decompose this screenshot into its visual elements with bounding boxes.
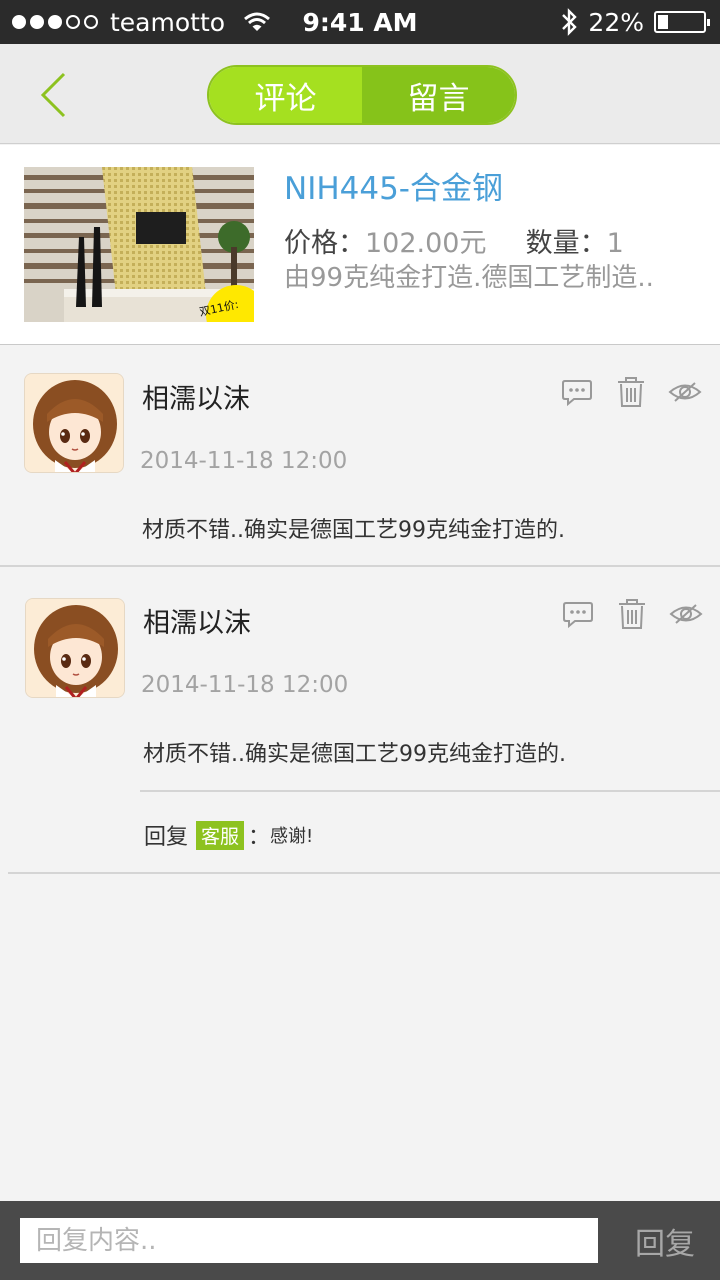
comment-date: 2014-11-18 12:00: [140, 448, 348, 474]
product-image: 双11价:: [24, 167, 254, 322]
customer-service-badge: 客服: [196, 820, 245, 850]
comment-text: 材质不错..确实是德国工艺99克纯金打造的.: [142, 518, 565, 543]
chat-bubble-icon[interactable]: [561, 597, 595, 631]
battery-level: [658, 15, 668, 29]
reply-submit-button[interactable]: 回复: [620, 1201, 710, 1280]
chevron-left-icon[interactable]: [30, 70, 80, 120]
reply-divider: [140, 790, 720, 792]
nav-bar: 评论 留言: [0, 44, 720, 144]
battery-percent: 22%: [588, 7, 644, 37]
product-title[interactable]: NIH445-合金钢: [284, 163, 503, 208]
eye-icon[interactable]: [669, 597, 703, 631]
product-description: 由99克纯金打造.德国工艺制造..: [284, 263, 654, 293]
product-card[interactable]: 双11价: NIH445-合金钢 价格：102.00元 数量：1 由99克纯金打…: [0, 145, 720, 345]
tab-messages[interactable]: 留言: [362, 67, 515, 123]
commenter-name: 相濡以沫: [142, 384, 250, 415]
eye-icon[interactable]: [668, 375, 702, 409]
tab-comments[interactable]: 评论: [209, 67, 362, 123]
price-value: 102.00元: [365, 228, 487, 259]
commenter-name: 相濡以沫: [143, 608, 251, 639]
comment-text: 材质不错..确实是德国工艺99克纯金打造的.: [143, 742, 566, 767]
reply-separator: ：: [248, 825, 271, 850]
status-bar: teamotto 9:41 AM 22%: [0, 0, 720, 44]
reply-bar: 回复: [0, 1201, 720, 1280]
product-meta: 价格：102.00元 数量：1: [284, 221, 624, 260]
chat-bubble-icon[interactable]: [560, 375, 594, 409]
battery-icon: [654, 11, 710, 33]
reply-input[interactable]: [20, 1218, 598, 1263]
trash-icon[interactable]: [615, 597, 649, 631]
bluetooth-icon: [562, 8, 578, 36]
reply-prefix: 回复: [144, 825, 189, 850]
comment-item: 相濡以沫 2014-11-18 12:00 材质不错..确实是德国工艺99克纯金…: [0, 345, 720, 565]
comment-date: 2014-11-18 12:00: [141, 672, 349, 698]
merchant-reply: 回复 客服 ： 感谢!: [144, 819, 313, 851]
quantity-value: 1: [606, 228, 624, 259]
avatar[interactable]: [24, 373, 124, 473]
price-label: 价格：: [284, 228, 365, 259]
comment-item: 相濡以沫 2014-11-18 12:00 材质不错..确实是德国工艺99克纯金…: [0, 567, 720, 872]
trash-icon[interactable]: [614, 375, 648, 409]
reply-text: 感谢!: [270, 826, 314, 847]
segmented-control: 评论 留言: [207, 65, 517, 125]
divider: [8, 872, 720, 874]
quantity-label: 数量：: [525, 228, 607, 259]
avatar[interactable]: [25, 598, 125, 698]
